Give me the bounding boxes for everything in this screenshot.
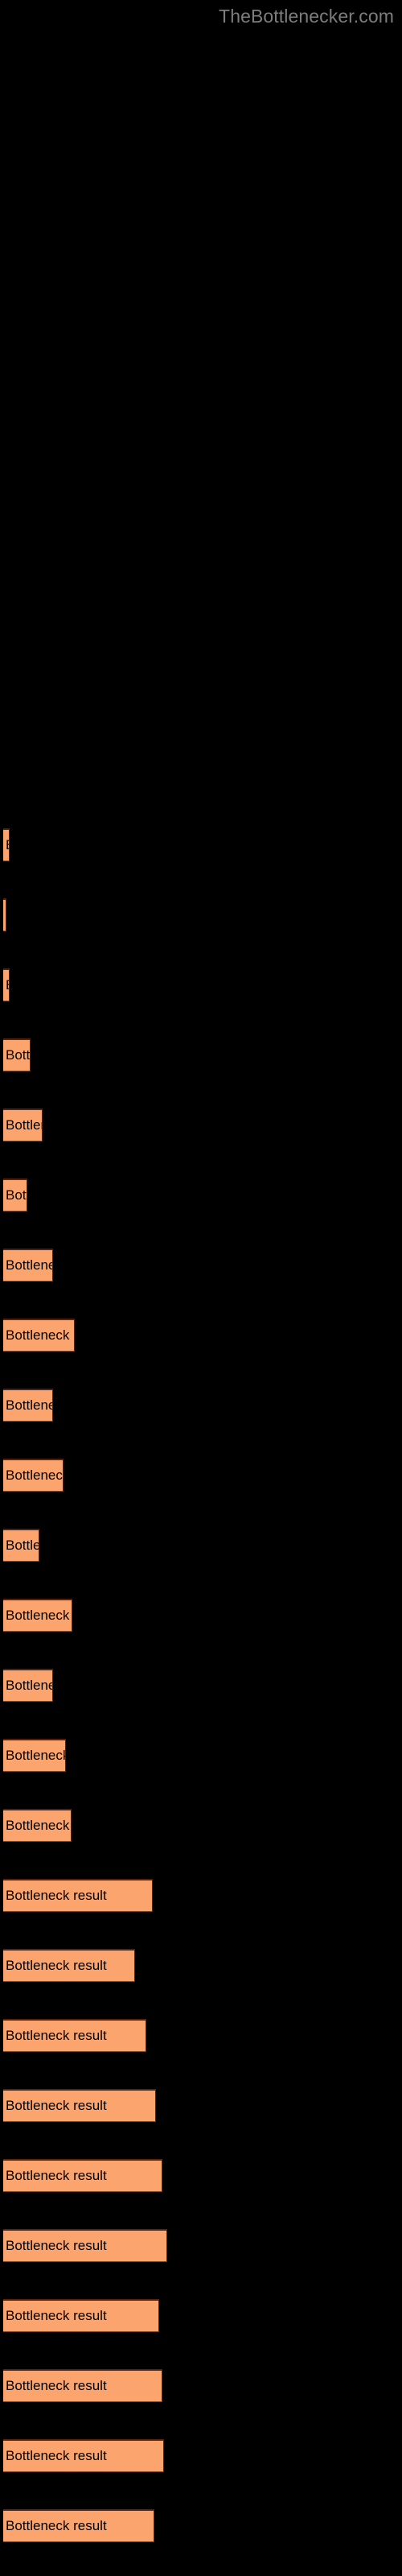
bar-label: Bottleneck result <box>6 1538 39 1553</box>
chart-bar[interactable]: Bottleneck result <box>3 2229 167 2262</box>
bar-row: Bottleneck result <box>0 2299 402 2334</box>
chart-bar[interactable]: Bottleneck result <box>3 968 10 1001</box>
chart-bar[interactable]: Bottleneck result <box>3 2369 162 2402</box>
bar-label: Bottleneck result <box>6 1958 107 1973</box>
bar-row: Bottleneck result <box>0 2089 402 2124</box>
bar-row: Bottleneck result <box>0 1529 402 1563</box>
chart-bar[interactable]: Bottleneck result <box>3 1108 43 1141</box>
bottleneck-bar-chart: Bottleneck result Bottleneck result Bottle… <box>0 0 402 2576</box>
bar-row: Bottleneck result <box>0 1809 402 1843</box>
bar-row: Bottleneck result <box>0 1179 402 1213</box>
chart-bar[interactable]: Bottleneck result <box>3 1179 27 1212</box>
chart-bar[interactable]: Bottleneck result <box>3 2509 154 2542</box>
bar-row: Bottleneck result <box>0 1108 402 1143</box>
page-root: TheBottlenecker.com Bottleneck resultBot… <box>0 0 402 2576</box>
chart-bar[interactable]: Bottleneck result <box>3 1809 72 1842</box>
bar-label: Bottleneck result <box>6 837 9 853</box>
bar-row: Bottleneck result <box>0 1949 402 1984</box>
chart-bar[interactable]: Bottleneck result <box>3 1389 53 1422</box>
chart-bar[interactable]: Bottleneck result <box>3 828 10 861</box>
bar-row: Bottleneck result <box>0 2509 402 2544</box>
bar-row: Bottleneck result <box>0 1599 402 1633</box>
bar-label: Bottleneck result <box>6 2308 107 2323</box>
bar-label: Bottleneck result <box>6 2238 107 2253</box>
bar-label: Bottleneck result <box>6 1468 64 1483</box>
bar-label: Bottleneck result <box>6 2098 107 2113</box>
bar-label: Bottleneck result <box>6 1187 27 1203</box>
bar-row: Bottleneck result <box>0 1249 402 1283</box>
bar-row: Bottleneck result <box>0 2439 402 2474</box>
chart-bar[interactable]: Bottleneck result <box>3 1319 75 1352</box>
chart-bar[interactable]: Bottleneck result <box>3 1949 135 1982</box>
chart-bar[interactable]: Bottleneck result <box>3 2089 156 2122</box>
bar-label: Bottleneck result <box>6 1748 66 1763</box>
bar-label: Bottleneck result <box>6 1257 52 1273</box>
chart-bar[interactable]: Bottleneck result <box>3 2159 162 2192</box>
bar-row: Bottleneck result <box>0 1389 402 1423</box>
chart-bar[interactable]: Bottleneck result <box>3 1599 72 1632</box>
bar-label: Bottleneck result <box>6 2028 107 2043</box>
bar-row: Bottleneck result <box>0 1739 402 1773</box>
bar-row: Bottleneck result <box>0 2229 402 2264</box>
bar-label: Bottleneck result <box>6 2518 107 2533</box>
bar-row: Bottleneck result <box>0 1879 402 1913</box>
bar-row: Bottleneck result <box>0 2369 402 2404</box>
bar-label: Bottleneck result <box>6 1818 71 1833</box>
bar-label: Bottleneck result <box>6 1608 72 1623</box>
bar-row: Bottleneck result <box>0 1038 402 1073</box>
bar-label: Bottleneck result <box>6 1327 74 1343</box>
bar-row: Bottleneck result <box>0 1459 402 1493</box>
bar-label: Bottleneck result <box>6 1678 52 1693</box>
chart-bar[interactable]: Bottleneck result <box>3 2299 159 2332</box>
chart-bar[interactable]: Bottleneck result <box>3 2439 164 2472</box>
bar-label: Bottleneck result <box>6 2448 107 2463</box>
bar-label: Bottleneck result <box>6 2378 107 2393</box>
bar-label: Bottleneck result <box>6 1117 42 1133</box>
bar-row: Bottleneck result <box>0 2019 402 2054</box>
chart-bar[interactable]: Bottleneck result <box>3 898 6 931</box>
bar-label: Bottleneck result <box>6 2168 107 2183</box>
bar-row: Bottleneck result <box>0 1319 402 1353</box>
chart-bar[interactable]: Bottleneck result <box>3 1529 39 1562</box>
bar-row: Bottleneck result <box>0 828 402 863</box>
bar-label: Bottleneck result <box>6 977 9 993</box>
chart-bar[interactable]: Bottleneck result <box>3 1739 66 1772</box>
bar-label: Bottleneck result <box>6 1047 31 1063</box>
bar-label: Bottleneck result <box>6 1397 52 1413</box>
chart-bar[interactable]: Bottleneck result <box>3 1459 64 1492</box>
chart-bar[interactable]: Bottleneck result <box>3 1038 31 1071</box>
chart-bar[interactable]: Bottleneck result <box>3 1879 153 1912</box>
bar-label: Bottleneck result <box>6 1888 107 1903</box>
chart-bar[interactable]: Bottleneck result <box>3 2019 146 2052</box>
bar-row: Bottleneck result <box>0 968 402 1003</box>
chart-bar[interactable]: Bottleneck result <box>3 1669 53 1702</box>
bar-row: Bottleneck result <box>0 898 402 933</box>
chart-bar[interactable]: Bottleneck result <box>3 1249 53 1282</box>
bar-row: Bottleneck result <box>0 1669 402 1703</box>
bar-row: Bottleneck result <box>0 2159 402 2194</box>
